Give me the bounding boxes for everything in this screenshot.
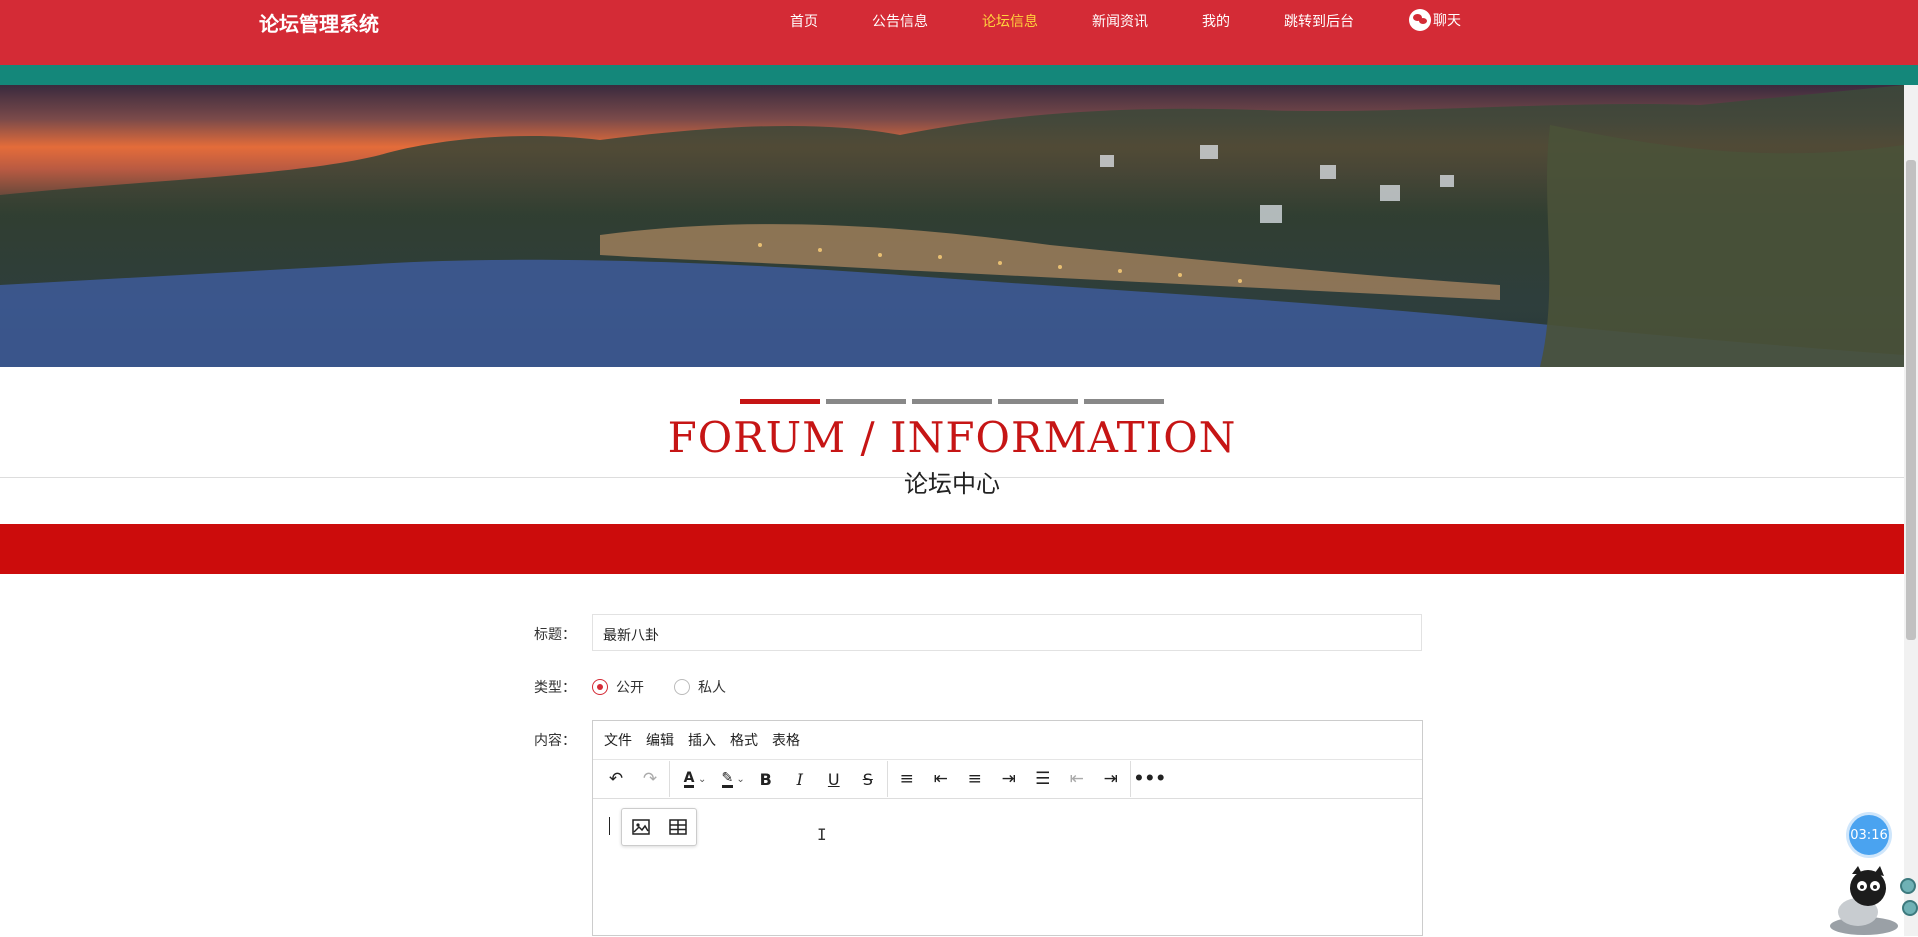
quick-insert-toolbar [621, 808, 697, 846]
menu-insert[interactable]: 插入 [688, 730, 716, 750]
toolbar-separator [886, 761, 888, 797]
slide-indicators [740, 399, 1164, 404]
editor-content-area[interactable]: I [593, 799, 1422, 937]
menu-file[interactable]: 文件 [604, 730, 632, 750]
chat-link[interactable]: 聊天 [1409, 9, 1461, 31]
teal-divider [0, 65, 1918, 85]
align-left-icon[interactable]: ⇤ [924, 764, 958, 794]
content-label: 内容： [534, 733, 576, 749]
text-caret [609, 817, 610, 835]
wechat-icon [1409, 9, 1431, 31]
radio-dot[interactable] [592, 679, 608, 695]
section-title-en: FORUM / INFORMATION [667, 413, 1237, 462]
chat-label: 聊天 [1433, 13, 1461, 29]
nav-news[interactable]: 新闻资讯 [1092, 11, 1148, 31]
redo-icon[interactable]: ↷ [633, 764, 667, 794]
image-icon[interactable] [631, 817, 651, 837]
section-title-cn: 论坛中心 [904, 470, 1000, 498]
radio-label: 私人 [698, 680, 726, 696]
bold-icon[interactable]: B [749, 764, 783, 794]
title-label: 标题： [534, 627, 576, 643]
strikethrough-icon[interactable]: S [851, 764, 885, 794]
align-justify-icon[interactable]: ☰ [1026, 764, 1060, 794]
radio-dot[interactable] [674, 679, 690, 695]
nav-backend[interactable]: 跳转到后台 [1284, 11, 1354, 31]
indicator-bar [912, 399, 992, 404]
italic-icon[interactable]: I [783, 764, 817, 794]
rich-text-editor[interactable]: 文件 编辑 插入 格式 表格 ↶ ↷ A ⌄ ✎ ⌄ B I U S ≡ ⇤ ≡… [592, 720, 1423, 936]
undo-icon[interactable]: ↶ [599, 764, 633, 794]
indent-icon[interactable]: ⇥ [1094, 764, 1128, 794]
underline-icon[interactable]: U [817, 764, 851, 794]
indicator-bar [826, 399, 906, 404]
radio-label: 公开 [616, 680, 644, 696]
indicator-bar [998, 399, 1078, 404]
toolbar-separator [1129, 761, 1131, 797]
nav-announcements[interactable]: 公告信息 [872, 11, 928, 31]
more-icon[interactable]: ••• [1133, 764, 1167, 794]
editor-toolbar: ↶ ↷ A ⌄ ✎ ⌄ B I U S ≡ ⇤ ≡ ⇥ ☰ ⇤ ⇥ ••• [593, 760, 1422, 799]
align-center-icon[interactable]: ≡ [958, 764, 992, 794]
type-radio-public[interactable]: 公开 [592, 677, 644, 697]
mascot-pet-icon[interactable] [1812, 864, 1918, 936]
toolbar-separator [669, 761, 670, 797]
menu-edit[interactable]: 编辑 [646, 730, 674, 750]
line-height-icon[interactable]: ≡ [890, 764, 924, 794]
title-input[interactable]: 最新八卦 [592, 614, 1422, 651]
editor-menubar: 文件 编辑 插入 格式 表格 [593, 721, 1422, 760]
align-right-icon[interactable]: ⇥ [992, 764, 1026, 794]
nav-home[interactable]: 首页 [790, 11, 818, 31]
menu-format[interactable]: 格式 [730, 730, 758, 750]
indicator-bar [740, 399, 820, 404]
ibeam-cursor-icon: I [817, 825, 827, 844]
scrollbar-thumb[interactable] [1906, 160, 1916, 640]
banner-image [0, 85, 1904, 367]
indicator-bar [1084, 399, 1164, 404]
table-icon[interactable] [668, 817, 688, 837]
timer-badge[interactable]: 03:16 [1849, 815, 1889, 855]
outdent-icon[interactable]: ⇤ [1060, 764, 1094, 794]
menu-table[interactable]: 表格 [772, 730, 800, 750]
site-brand[interactable]: 论坛管理系统 [259, 8, 379, 37]
nav-forum[interactable]: 论坛信息 [982, 11, 1038, 31]
chevron-down-icon[interactable]: ⌄ [698, 774, 706, 785]
type-radio-private[interactable]: 私人 [674, 677, 726, 697]
chevron-down-icon[interactable]: ⌄ [736, 774, 744, 785]
nav-mine[interactable]: 我的 [1202, 11, 1230, 31]
type-label: 类型： [534, 680, 576, 696]
red-band [0, 524, 1904, 574]
